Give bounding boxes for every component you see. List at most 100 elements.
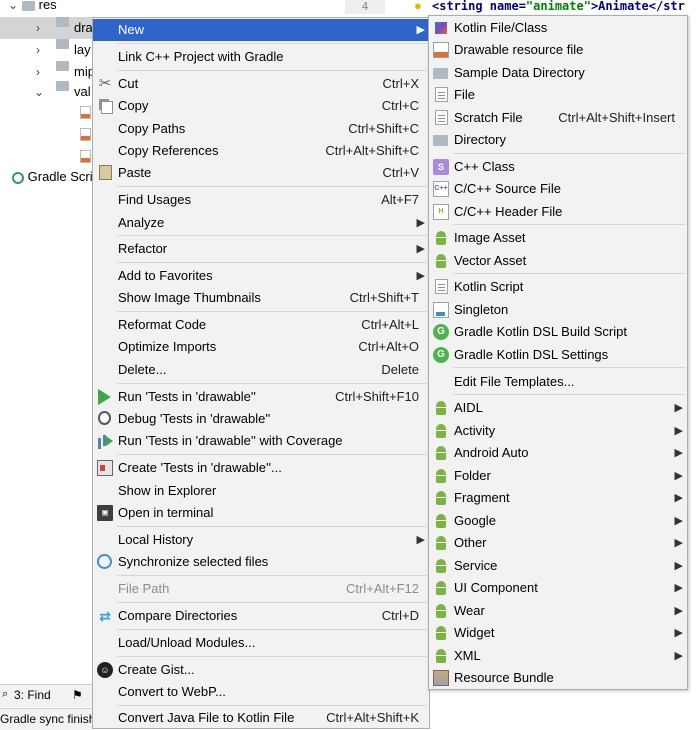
submenu-item-google[interactable]: Google ▶ — [429, 510, 687, 532]
submenu-item-kotlin-script[interactable]: Kotlin Script — [429, 276, 687, 298]
menu-item-run-tests[interactable]: Run 'Tests in 'drawable'' Ctrl+Shift+F10 — [93, 386, 429, 408]
scratch-file-icon — [435, 110, 448, 125]
chevron-right-icon: ▶ — [674, 402, 683, 414]
chevron-right-icon: ▶ — [674, 447, 683, 459]
menu-item-open-terminal[interactable]: ▣ Open in terminal — [93, 502, 429, 524]
menu-separator — [117, 705, 427, 706]
menu-separator — [117, 43, 427, 44]
menu-item-find-usages[interactable]: Find Usages Alt+F7 — [93, 189, 429, 211]
tree-item-mipmap[interactable]: › mip — [0, 61, 95, 83]
xml-file-icon — [80, 106, 91, 119]
menu-item-convert-webp[interactable]: Convert to WebP... — [93, 681, 429, 703]
debug-icon — [98, 411, 111, 425]
menu-item-cut[interactable]: ✂ Cut Ctrl+X — [93, 73, 429, 95]
menu-item-show-explorer[interactable]: Show in Explorer — [93, 480, 429, 502]
coverage-icon — [97, 433, 113, 449]
menu-item-compare-directories[interactable]: ⇄ Compare Directories Ctrl+D — [93, 605, 429, 627]
android-icon — [433, 513, 449, 529]
tree-item-gradle-scripts[interactable]: Gradle Scri — [12, 166, 93, 188]
menu-item-add-favorites[interactable]: Add to Favorites ▶ — [93, 265, 429, 287]
menu-item-delete[interactable]: Delete... Delete — [93, 359, 429, 381]
submenu-item-cpp-class[interactable]: S C++ Class — [429, 156, 687, 178]
menu-item-copy-paths[interactable]: Copy Paths Ctrl+Shift+C — [93, 118, 429, 140]
submenu-item-ui-component[interactable]: UI Component ▶ — [429, 577, 687, 599]
submenu-item-drawable-resource[interactable]: Drawable resource file — [429, 39, 687, 61]
menu-item-optimize-imports[interactable]: Optimize Imports Ctrl+Alt+O — [93, 336, 429, 358]
submenu-item-fragment[interactable]: Fragment ▶ — [429, 487, 687, 509]
submenu-item-gradle-build-script[interactable]: G Gradle Kotlin DSL Build Script — [429, 321, 687, 343]
editor-code-line[interactable]: <string name="animate">Animate</str — [432, 0, 700, 14]
menu-item-load-unload-modules[interactable]: Load/Unload Modules... — [93, 632, 429, 654]
submenu-item-resource-bundle[interactable]: Resource Bundle — [429, 667, 687, 689]
submenu-item-file[interactable]: File — [429, 84, 687, 106]
menu-separator — [453, 153, 685, 154]
tree-item-layout[interactable]: › lay — [0, 39, 92, 61]
submenu-item-folder[interactable]: Folder ▶ — [429, 465, 687, 487]
paste-icon — [99, 165, 112, 180]
submenu-item-service[interactable]: Service ▶ — [429, 555, 687, 577]
android-icon — [433, 230, 449, 246]
menu-item-convert-kotlin[interactable]: Convert Java File to Kotlin File Ctrl+Al… — [93, 707, 429, 729]
submenu-item-edit-templates[interactable]: Edit File Templates... — [429, 371, 687, 393]
menu-item-debug-tests[interactable]: Debug 'Tests in 'drawable'' — [93, 408, 429, 430]
tree-item-values[interactable]: ⌄ val — [0, 81, 92, 103]
menu-item-copy[interactable]: Copy Ctrl+C — [93, 95, 429, 117]
menu-item-create-gist[interactable]: ☺ Create Gist... — [93, 659, 429, 681]
menu-separator — [117, 656, 427, 657]
chevron-right-icon: ▶ — [674, 650, 683, 662]
find-tab[interactable]: 3: Find — [14, 688, 51, 702]
sync-icon — [97, 554, 112, 569]
menu-item-synchronize[interactable]: Synchronize selected files — [93, 551, 429, 573]
submenu-item-singleton[interactable]: Singleton — [429, 299, 687, 321]
new-submenu: Kotlin File/Class Drawable resource file… — [428, 15, 688, 690]
submenu-item-scratch-file[interactable]: Scratch File Ctrl+Alt+Shift+Insert — [429, 107, 687, 129]
chevron-right-icon[interactable]: › — [36, 39, 40, 61]
submenu-item-cpp-source[interactable]: C++ C/C++ Source File — [429, 178, 687, 200]
tree-item-drawable[interactable]: › dra — [0, 17, 93, 39]
submenu-item-wear[interactable]: Wear ▶ — [429, 600, 687, 622]
chevron-right-icon[interactable]: › — [36, 61, 40, 83]
menu-item-new[interactable]: New ▶ — [93, 19, 429, 41]
lightbulb-icon[interactable]: ● — [414, 0, 426, 12]
chevron-down-icon[interactable]: ⌄ — [8, 0, 18, 16]
submenu-item-vector-asset[interactable]: Vector Asset — [429, 250, 687, 272]
android-icon — [433, 423, 449, 439]
submenu-item-aidl[interactable]: AIDL ▶ — [429, 397, 687, 419]
submenu-item-cpp-header[interactable]: H C/C++ Header File — [429, 201, 687, 223]
menu-item-copy-references[interactable]: Copy References Ctrl+Alt+Shift+C — [93, 140, 429, 162]
chevron-right-icon[interactable]: › — [36, 17, 40, 39]
submenu-item-activity[interactable]: Activity ▶ — [429, 420, 687, 442]
context-menu: New ▶ Link C++ Project with Gradle ✂ Cut… — [92, 17, 430, 729]
submenu-item-xml[interactable]: XML ▶ — [429, 645, 687, 667]
menu-item-refactor[interactable]: Refactor ▶ — [93, 238, 429, 260]
submenu-item-android-auto[interactable]: Android Auto ▶ — [429, 442, 687, 464]
submenu-item-directory[interactable]: Directory — [429, 129, 687, 151]
submenu-item-other[interactable]: Other ▶ — [429, 532, 687, 554]
menu-separator — [117, 575, 427, 576]
menu-item-local-history[interactable]: Local History ▶ — [93, 529, 429, 551]
submenu-item-image-asset[interactable]: Image Asset — [429, 227, 687, 249]
tree-item-res[interactable]: ⌄ res — [8, 0, 57, 16]
submenu-item-kotlin-file[interactable]: Kotlin File/Class — [429, 17, 687, 39]
submenu-item-sample-data[interactable]: Sample Data Directory — [429, 62, 687, 84]
cpp-source-icon: C++ — [433, 181, 449, 197]
submenu-item-widget[interactable]: Widget ▶ — [429, 622, 687, 644]
chevron-down-icon[interactable]: ⌄ — [34, 81, 44, 103]
menu-item-run-coverage[interactable]: Run 'Tests in 'drawable'' with Coverage — [93, 430, 429, 452]
menu-item-create-tests[interactable]: Create 'Tests in 'drawable''... — [93, 457, 429, 479]
menu-item-analyze[interactable]: Analyze ▶ — [93, 212, 429, 234]
menu-item-link-cpp[interactable]: Link C++ Project with Gradle — [93, 46, 429, 68]
menu-item-reformat-code[interactable]: Reformat Code Ctrl+Alt+L — [93, 314, 429, 336]
github-icon: ☺ — [97, 662, 113, 678]
todo-icon[interactable]: ⚑ — [72, 688, 83, 702]
chevron-right-icon: ▶ — [674, 560, 683, 572]
folder-icon — [433, 68, 448, 79]
android-icon — [433, 253, 449, 269]
project-tree: ⌄ res › dra › lay › mip ⌄ val Gradle Scr… — [0, 0, 95, 729]
submenu-item-gradle-settings[interactable]: G Gradle Kotlin DSL Settings — [429, 344, 687, 366]
menu-item-paste[interactable]: Paste Ctrl+V — [93, 162, 429, 184]
chevron-right-icon: ▶ — [674, 582, 683, 594]
gradle-icon: G — [433, 324, 449, 340]
menu-item-file-path[interactable]: File Path Ctrl+Alt+F12 — [93, 578, 429, 600]
menu-item-show-thumbnails[interactable]: Show Image Thumbnails Ctrl+Shift+T — [93, 287, 429, 309]
